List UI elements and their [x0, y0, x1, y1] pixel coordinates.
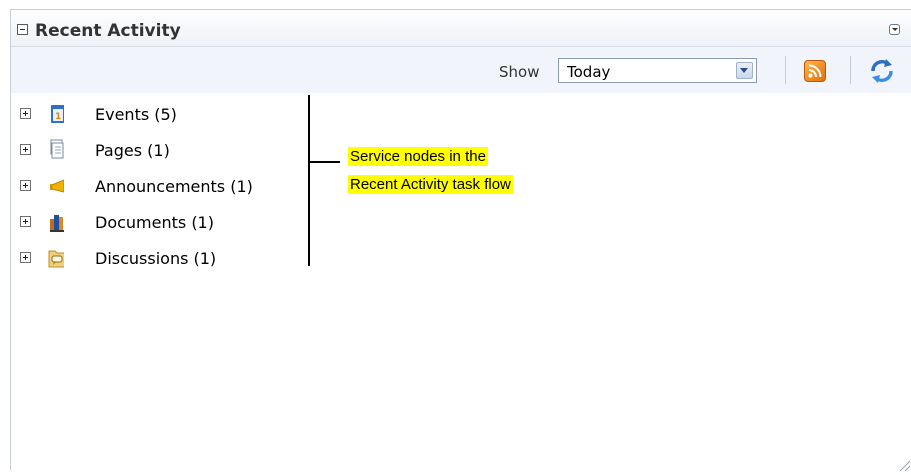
calendar-icon: 1 [40, 103, 65, 125]
panel-title: Recent Activity [35, 21, 181, 41]
pages-icon [40, 139, 64, 161]
tree-node-announcements[interactable]: Announcements (1) [11, 175, 311, 199]
tree-node-documents[interactable]: Documents (1) [11, 211, 311, 235]
panel-menu-icon[interactable] [889, 24, 900, 35]
tree-node-label: Announcements (1) [95, 177, 253, 196]
toolbar-divider [785, 56, 786, 84]
megaphone-icon [40, 175, 65, 197]
tree-node-label: Documents (1) [95, 213, 214, 232]
expand-plus-icon[interactable] [20, 252, 31, 263]
annotation-pointer-line [310, 161, 340, 163]
tree-node-label: Discussions (1) [95, 249, 217, 268]
show-filter-value: Today [567, 63, 611, 81]
expand-plus-icon[interactable] [20, 108, 31, 119]
tree-node-events[interactable]: 1 Events (5) [11, 103, 311, 127]
svg-text:1: 1 [55, 112, 61, 122]
tree-node-discussions[interactable]: Discussions (1) [11, 247, 311, 271]
panel-header: Recent Activity [11, 10, 911, 47]
tree-node-label: Events (5) [95, 105, 177, 124]
discussion-folder-icon [40, 247, 66, 269]
tree-node-pages[interactable]: Pages (1) [11, 139, 311, 163]
annotation-bracket-line [308, 95, 310, 266]
toolbar-divider [850, 56, 851, 84]
resize-grip-icon[interactable] [898, 456, 911, 472]
expand-plus-icon[interactable] [20, 180, 31, 191]
rss-feed-icon[interactable] [804, 60, 826, 82]
documents-icon [40, 211, 64, 233]
recent-activity-panel: Recent Activity Show Today 1 Events (5) … [10, 9, 911, 472]
show-filter-select[interactable]: Today [558, 58, 757, 83]
chevron-down-icon[interactable] [736, 62, 753, 79]
refresh-icon[interactable] [869, 58, 895, 84]
tree-node-label: Pages (1) [95, 141, 170, 160]
expand-plus-icon[interactable] [20, 144, 31, 155]
collapse-minus-icon[interactable] [17, 24, 28, 35]
panel-toolbar: Show Today [11, 47, 911, 93]
annotation-text-line2: Recent Activity task flow [348, 175, 513, 194]
annotation-text-line1: Service nodes in the [348, 147, 488, 166]
show-label: Show [499, 63, 540, 81]
expand-plus-icon[interactable] [20, 216, 31, 227]
